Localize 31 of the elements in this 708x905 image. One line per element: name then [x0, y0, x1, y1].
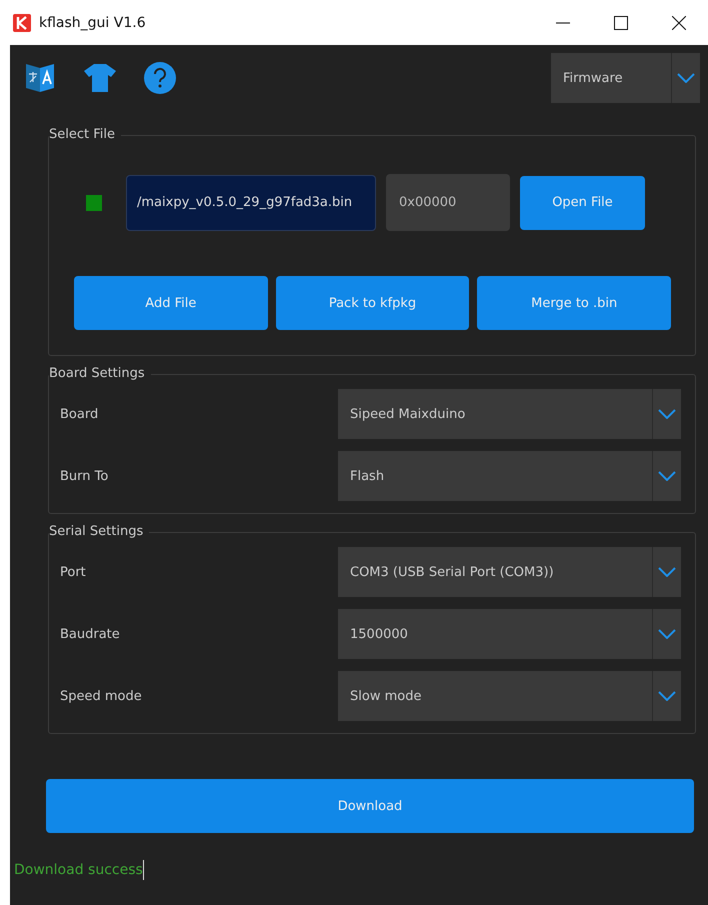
address-field[interactable]: 0x00000 — [386, 174, 510, 231]
setting-label: Burn To — [59, 468, 110, 484]
setting-label: Speed mode — [59, 688, 143, 704]
chevron-down-icon — [658, 409, 676, 419]
group-title: Serial Settings — [49, 524, 150, 539]
mode-dropdown[interactable]: Firmware — [551, 53, 700, 103]
chevron-down-icon — [658, 629, 676, 639]
file-path-field[interactable]: /maixpy_v0.5.0_29_g97fad3a.bin — [126, 174, 376, 230]
setting-dropdown[interactable]: 1500000 — [338, 609, 681, 659]
setting-dropdown[interactable]: Sipeed Maixduino — [338, 389, 681, 439]
help-icon[interactable] — [144, 62, 176, 94]
maximize-icon[interactable] — [614, 16, 628, 30]
chevron-down-icon — [658, 691, 676, 701]
window-title: kflash_gui V1.6 — [39, 14, 147, 30]
setting-dropdown[interactable]: Flash — [338, 451, 681, 501]
app-logo-icon — [13, 14, 31, 32]
text-cursor — [142, 860, 144, 880]
setting-label: Board — [59, 406, 100, 422]
setting-label: Baudrate — [59, 626, 121, 642]
group-title: Board Settings — [49, 366, 151, 381]
setting-dropdown[interactable]: Slow mode — [338, 671, 681, 721]
chevron-down-icon — [658, 567, 676, 577]
status-text: Download success — [14, 862, 143, 878]
chevron-down-icon — [677, 73, 695, 83]
close-icon[interactable] — [672, 16, 686, 30]
setting-label: Port — [59, 564, 87, 580]
setting-dropdown[interactable]: COM3 (USB Serial Port (COM3)) — [338, 547, 681, 597]
chevron-down-icon — [658, 471, 676, 481]
file-enable-checkbox[interactable] — [86, 194, 102, 210]
minimize-icon[interactable] — [556, 22, 570, 24]
shirt-icon[interactable] — [83, 63, 117, 93]
